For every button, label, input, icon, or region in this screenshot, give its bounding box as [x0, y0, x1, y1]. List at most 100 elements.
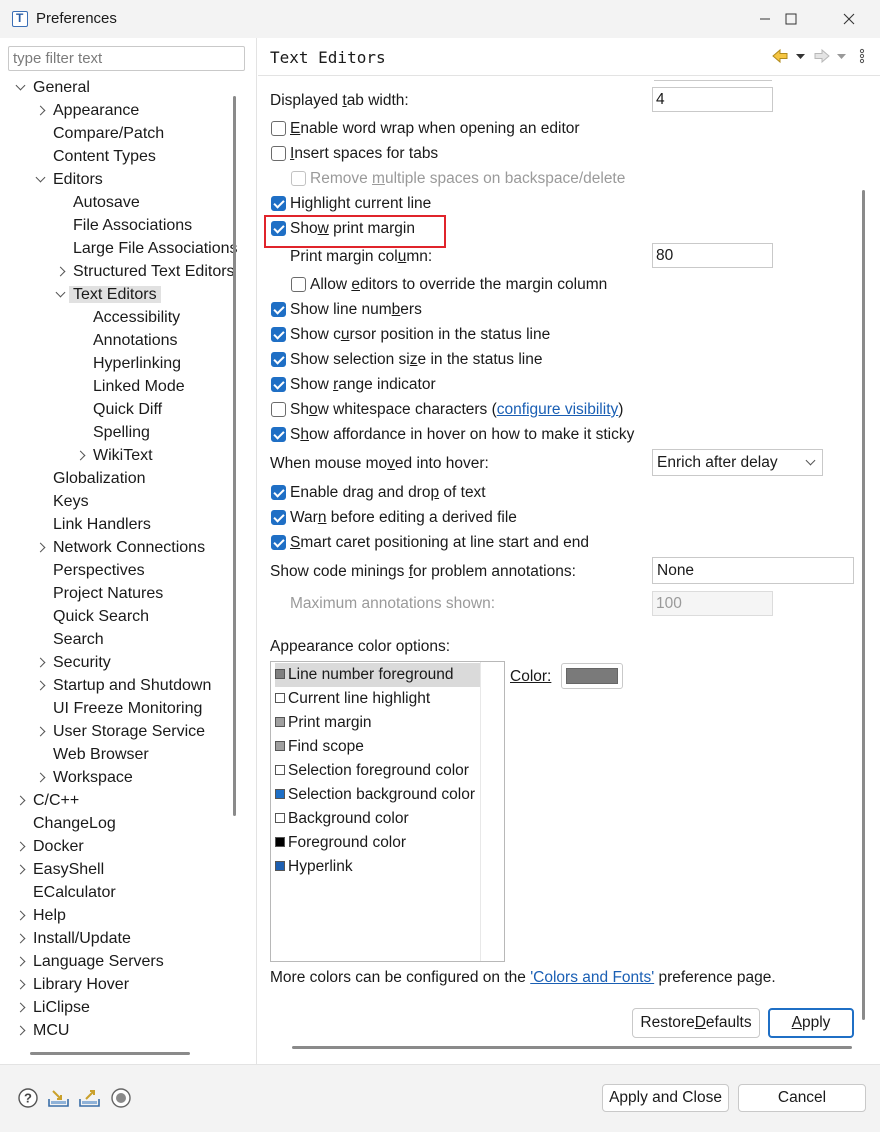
tree-item[interactable]: Docker [33, 835, 84, 858]
chevron-right-icon[interactable] [15, 950, 27, 973]
word-wrap-checkbox[interactable] [271, 121, 286, 136]
import-button[interactable] [47, 1087, 69, 1109]
chevron-right-icon[interactable] [35, 99, 47, 122]
selection-size-label[interactable]: Show selection size in the status line [290, 350, 542, 370]
tree-item[interactable]: Language Servers [33, 950, 164, 973]
forward-button[interactable] [812, 46, 832, 70]
tree-item[interactable]: Globalization [53, 467, 146, 490]
range-indicator-checkbox[interactable] [271, 377, 286, 392]
colors-and-fonts-link[interactable]: 'Colors and Fonts' [530, 969, 654, 986]
apply-and-close-button[interactable]: Apply and Close [602, 1084, 729, 1112]
filter-input[interactable] [8, 46, 245, 71]
print-margin-label[interactable]: Show print margin [290, 219, 415, 239]
affordance-label[interactable]: Show affordance in hover on how to make … [290, 425, 634, 445]
color-option-item[interactable]: Print margin [275, 711, 481, 735]
color-option-item[interactable]: Background color [275, 807, 481, 831]
chevron-right-icon[interactable] [15, 858, 27, 881]
smart-caret-label[interactable]: Smart caret positioning at line start an… [290, 533, 589, 553]
highlight-line-label[interactable]: Highlight current line [290, 194, 431, 214]
warn-derived-checkbox[interactable] [271, 510, 286, 525]
tree-item[interactable]: Network Connections [53, 536, 205, 559]
chevron-right-icon[interactable] [15, 996, 27, 1019]
tree-item[interactable]: Accessibility [93, 306, 180, 329]
back-button[interactable] [770, 46, 790, 70]
tree-item[interactable]: Search [53, 628, 104, 651]
tree-item[interactable]: Keys [53, 490, 89, 513]
close-button[interactable] [826, 0, 872, 38]
tree-vertical-scrollbar[interactable] [233, 96, 236, 816]
smart-caret-checkbox[interactable] [271, 535, 286, 550]
code-minings-combo[interactable]: None [652, 557, 854, 584]
tree-item[interactable]: Quick Diff [93, 398, 162, 421]
export-button[interactable] [78, 1087, 100, 1109]
maximize-button[interactable] [768, 0, 814, 38]
line-numbers-checkbox[interactable] [271, 302, 286, 317]
margin-column-field[interactable]: 80 [652, 243, 773, 268]
tree-item[interactable]: MCU [33, 1019, 69, 1042]
help-button[interactable]: ? [17, 1087, 39, 1109]
chevron-down-icon[interactable] [15, 76, 27, 99]
tree-item[interactable]: Annotations [93, 329, 178, 352]
tree-item[interactable]: Web Browser [53, 743, 149, 766]
back-dropdown-button[interactable] [795, 46, 807, 70]
chevron-right-icon[interactable] [15, 789, 27, 812]
oomph-button[interactable] [110, 1087, 132, 1109]
range-indicator-label[interactable]: Show range indicator [290, 375, 436, 395]
tree-item[interactable]: Help [33, 904, 66, 927]
cursor-position-label[interactable]: Show cursor position in the status line [290, 325, 550, 345]
drag-drop-label[interactable]: Enable drag and drop of text [290, 483, 486, 503]
color-option-item[interactable]: Hyperlink [275, 855, 481, 879]
color-option-item[interactable]: Foreground color [275, 831, 481, 855]
chevron-right-icon[interactable] [75, 444, 87, 467]
tree-item[interactable]: Project Natures [53, 582, 163, 605]
tree-item[interactable]: Link Handlers [53, 513, 151, 536]
tree-item[interactable]: User Storage Service [53, 720, 205, 743]
tree-item[interactable]: Text Editors [69, 283, 161, 306]
chevron-right-icon[interactable] [15, 927, 27, 950]
tree-item[interactable]: Linked Mode [93, 375, 185, 398]
page-horizontal-scrollbar[interactable] [292, 1046, 852, 1049]
page-vertical-scrollbar[interactable] [862, 190, 865, 1020]
chevron-right-icon[interactable] [15, 973, 27, 996]
tree-item[interactable]: EasyShell [33, 858, 104, 881]
tree-item[interactable]: Content Types [53, 145, 156, 168]
whitespace-label[interactable]: Show whitespace characters (configure vi… [290, 400, 623, 420]
tree-item[interactable]: Hyperlinking [93, 352, 181, 375]
chevron-right-icon[interactable] [35, 651, 47, 674]
tree-item[interactable]: Editors [53, 168, 103, 191]
tree-item[interactable]: Large File Associations [73, 237, 238, 260]
view-menu-button[interactable] [857, 46, 867, 70]
hover-combo[interactable]: Enrich after delay [652, 449, 823, 476]
highlight-line-checkbox[interactable] [271, 196, 286, 211]
chevron-down-icon[interactable] [35, 168, 47, 191]
tree-item[interactable]: Perspectives [53, 559, 145, 582]
tree-horizontal-scrollbar[interactable] [30, 1052, 190, 1055]
tree-item[interactable]: Workspace [53, 766, 133, 789]
drag-drop-checkbox[interactable] [271, 485, 286, 500]
chevron-right-icon[interactable] [55, 260, 67, 283]
tree-item[interactable]: Install/Update [33, 927, 131, 950]
color-option-item[interactable]: Selection foreground color [275, 759, 481, 783]
insert-spaces-checkbox[interactable] [271, 146, 286, 161]
color-list-scrollbar[interactable] [480, 662, 481, 961]
configure-visibility-link[interactable]: configure visibility [497, 401, 618, 418]
pane-divider[interactable] [256, 38, 257, 1064]
tree-item[interactable]: General [33, 76, 90, 99]
chevron-right-icon[interactable] [15, 835, 27, 858]
tree-item[interactable]: Compare/Patch [53, 122, 164, 145]
line-numbers-label[interactable]: Show line numbers [290, 300, 422, 320]
allow-override-label[interactable]: Allow editors to override the margin col… [310, 275, 607, 295]
chevron-right-icon[interactable] [35, 766, 47, 789]
color-option-item[interactable]: Find scope [275, 735, 481, 759]
tree-item[interactable]: C/C++ [33, 789, 79, 812]
tree-item[interactable]: Quick Search [53, 605, 149, 628]
tree-item[interactable]: ChangeLog [33, 812, 116, 835]
tree-item[interactable]: UI Freeze Monitoring [53, 697, 202, 720]
cursor-position-checkbox[interactable] [271, 327, 286, 342]
tree-item[interactable]: Autosave [73, 191, 140, 214]
tree-item[interactable]: Startup and Shutdown [53, 674, 211, 697]
color-options-list[interactable]: Line number foreground Current line highl… [270, 661, 505, 962]
cancel-button[interactable]: Cancel [738, 1084, 866, 1112]
tree-item[interactable]: Security [53, 651, 111, 674]
color-option-item[interactable]: Selection background color [275, 783, 481, 807]
